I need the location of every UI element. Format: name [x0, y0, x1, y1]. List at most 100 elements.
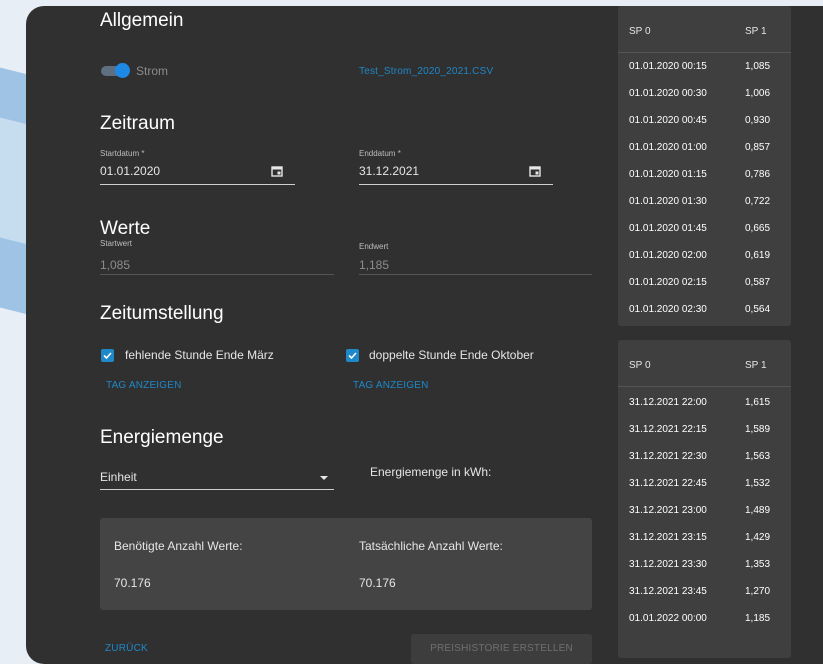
kwh-label: Energiemenge in kWh:: [370, 465, 492, 479]
table-row: 01.01.2020 00:45 0,930: [618, 108, 791, 135]
timestamp-cell: 31.12.2021 22:45: [629, 478, 707, 489]
timestamp-cell: 31.12.2021 22:00: [629, 397, 707, 408]
value-cell: 0,587: [745, 277, 771, 288]
timestamp-cell: 01.01.2022 00:00: [629, 613, 707, 624]
price-history-dialog: Allgemein Strom Test_Strom_2020_2021.CSV…: [26, 6, 823, 664]
section-heading-general: Allgemein: [100, 10, 184, 31]
value-cell: 1,615: [745, 397, 771, 408]
missing-hour-label: fehlende Stunde Ende März: [125, 348, 274, 362]
value-cell: 0,786: [745, 169, 771, 180]
section-heading-period: Zeitraum: [100, 113, 175, 134]
table-row: 01.01.2020 01:30 0,722: [618, 189, 791, 216]
table-row: 01.01.2020 02:00 0,619: [618, 243, 791, 270]
column-header-sp1: SP 1: [745, 26, 767, 37]
value-cell: 1,085: [745, 61, 771, 72]
value-cell: 1,563: [745, 451, 771, 462]
table-row: 01.01.2022 00:00 1,185: [618, 606, 791, 633]
create-price-history-button[interactable]: PREISHISTORIE ERSTELLEN: [411, 634, 592, 664]
timestamp-cell: 01.01.2020 02:15: [629, 277, 707, 288]
table-header: SP 0 SP 1: [618, 6, 791, 53]
value-cell: 1,270: [745, 586, 771, 597]
summary-card: Benötigte Anzahl Werte: 70.176 Tatsächli…: [100, 518, 592, 610]
timestamp-cell: 31.12.2021 23:15: [629, 532, 707, 543]
timestamp-cell: 31.12.2021 23:30: [629, 559, 707, 570]
table-row: 31.12.2021 23:30 1,353: [618, 552, 791, 579]
value-cell: 0,930: [745, 115, 771, 126]
timestamp-cell: 01.01.2020 00:15: [629, 61, 707, 72]
timestamp-cell: 31.12.2021 22:15: [629, 424, 707, 435]
section-heading-energy: Energiemenge: [100, 427, 224, 448]
timestamp-cell: 01.01.2020 00:45: [629, 115, 707, 126]
timestamp-cell: 31.12.2021 23:45: [629, 586, 707, 597]
start-date-label: Startdatum *: [100, 149, 145, 158]
timestamp-cell: 01.01.2020 01:45: [629, 223, 707, 234]
table-row: 31.12.2021 23:45 1,270: [618, 579, 791, 606]
table-row: 01.01.2020 02:30 0,564: [618, 297, 791, 324]
table-header: SP 0 SP 1: [618, 340, 791, 387]
end-date-underline: [359, 184, 553, 185]
required-count-value: 70.176: [114, 576, 151, 590]
start-value-field: 1,085: [100, 258, 131, 272]
missing-hour-checkbox[interactable]: [101, 349, 114, 362]
section-heading-dst: Zeitumstellung: [100, 303, 224, 324]
actual-count-value: 70.176: [359, 576, 396, 590]
check-icon: [348, 352, 357, 360]
end-value-field: 1,185: [359, 258, 390, 272]
unit-select[interactable]: Einheit: [100, 470, 137, 484]
column-header-sp0: SP 0: [629, 360, 651, 371]
start-date-input[interactable]: 01.01.2020: [100, 164, 160, 178]
value-cell: 0,857: [745, 142, 771, 153]
timestamp-cell: 01.01.2020 01:00: [629, 142, 707, 153]
strom-toggle-label: Strom: [136, 64, 169, 78]
value-cell: 1,489: [745, 505, 771, 516]
table-row: 01.01.2020 01:15 0,786: [618, 162, 791, 189]
start-date-underline: [100, 184, 295, 185]
table-row: 31.12.2021 22:00 1,615: [618, 390, 791, 417]
preview-table-end: SP 0 SP 1 31.12.2021 22:00 1,615 31.12.202…: [618, 340, 791, 658]
required-count-label: Benötigte Anzahl Werte:: [114, 539, 243, 553]
end-date-label: Enddatum *: [359, 149, 401, 158]
timestamp-cell: 31.12.2021 23:00: [629, 505, 707, 516]
end-date-input[interactable]: 31.12.2021: [359, 164, 419, 178]
value-cell: 1,006: [745, 88, 771, 99]
timestamp-cell: 01.01.2020 02:30: [629, 304, 707, 315]
preview-table-start: SP 0 SP 1 01.01.2020 00:15 1,085 01.01.202…: [618, 6, 791, 326]
table-row: 31.12.2021 22:45 1,532: [618, 471, 791, 498]
start-value-underline: [100, 274, 334, 275]
double-hour-label: doppelte Stunde Ende Oktober: [369, 348, 534, 362]
show-day-button-october[interactable]: TAG ANZEIGEN: [353, 380, 429, 391]
calendar-icon[interactable]: [271, 165, 283, 177]
table-row: 31.12.2021 22:15 1,589: [618, 417, 791, 444]
value-cell: 0,619: [745, 250, 771, 261]
table-row: 31.12.2021 23:15 1,429: [618, 525, 791, 552]
column-header-sp1: SP 1: [745, 360, 767, 371]
table-row: 01.01.2020 01:00 0,857: [618, 135, 791, 162]
value-cell: 1,185: [745, 613, 771, 624]
value-cell: 1,532: [745, 478, 771, 489]
file-name-link[interactable]: Test_Strom_2020_2021.CSV: [359, 66, 493, 77]
value-cell: 1,429: [745, 532, 771, 543]
timestamp-cell: 01.01.2020 01:15: [629, 169, 707, 180]
actual-count-label: Tatsächliche Anzahl Werte:: [359, 539, 503, 553]
table-row: 31.12.2021 23:00 1,489: [618, 498, 791, 525]
chevron-down-icon[interactable]: [320, 476, 328, 480]
check-icon: [103, 352, 112, 360]
table-row: 01.01.2020 02:15 0,587: [618, 270, 791, 297]
section-heading-values: Werte: [100, 218, 151, 239]
end-value-label: Endwert: [359, 242, 389, 251]
value-cell: 0,564: [745, 304, 771, 315]
calendar-icon[interactable]: [529, 165, 541, 177]
table-row: 01.01.2020 00:15 1,085: [618, 54, 791, 81]
strom-toggle-knob[interactable]: [115, 63, 130, 78]
value-cell: 0,665: [745, 223, 771, 234]
table-row: 31.12.2021 22:30 1,563: [618, 444, 791, 471]
back-button[interactable]: ZURÜCK: [105, 643, 148, 654]
show-day-button-march[interactable]: TAG ANZEIGEN: [106, 380, 182, 391]
timestamp-cell: 01.01.2020 02:00: [629, 250, 707, 261]
double-hour-checkbox[interactable]: [346, 349, 359, 362]
timestamp-cell: 01.01.2020 01:30: [629, 196, 707, 207]
end-value-underline: [359, 274, 592, 275]
unit-select-underline: [100, 489, 334, 490]
value-cell: 0,722: [745, 196, 771, 207]
timestamp-cell: 31.12.2021 22:30: [629, 451, 707, 462]
